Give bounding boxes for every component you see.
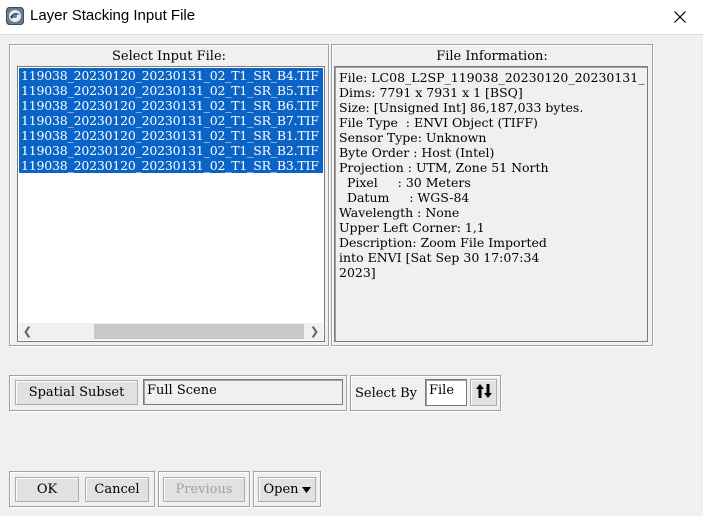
scrollbar-thumb[interactable] xyxy=(94,324,304,339)
file-info-line: Wavelength : None xyxy=(339,205,460,220)
file-info-line: File Type : ENVI Object (TIFF) xyxy=(339,115,538,130)
ok-button[interactable]: OK xyxy=(15,477,79,502)
file-info-line: 2023] xyxy=(339,265,376,280)
select-input-file-label: Select Input File: xyxy=(111,49,227,64)
close-icon xyxy=(674,8,686,27)
file-list-item[interactable]: 119038_20230120_20230131_02_T1_SR_B6.TIF xyxy=(19,98,323,113)
file-list-item[interactable]: 119038_20230120_20230131_02_T1_SR_B4.TIF xyxy=(19,68,323,83)
cancel-button[interactable]: Cancel xyxy=(85,477,149,502)
file-info-line: Byte Order : Host (Intel) xyxy=(339,145,495,160)
open-menu-button[interactable]: Open xyxy=(258,477,316,502)
file-list-item[interactable]: 119038_20230120_20230131_02_T1_SR_B3.TIF xyxy=(19,158,323,173)
file-list-item[interactable]: 119038_20230120_20230131_02_T1_SR_B5.TIF xyxy=(19,83,323,98)
file-information-text: File: LC08_L2SP_119038_20230120_20230131… xyxy=(334,66,648,342)
file-info-line: Dims: 7791 x 7931 x 1 [BSQ] xyxy=(339,85,523,100)
spatial-subset-field: Full Scene xyxy=(143,379,343,405)
spatial-subset-button[interactable]: Spatial Subset xyxy=(15,380,138,405)
close-button[interactable] xyxy=(657,0,703,34)
sort-arrows-icon xyxy=(475,383,493,403)
file-info-line: Datum : WGS-84 xyxy=(339,190,470,205)
file-info-line: Upper Left Corner: 1,1 xyxy=(339,220,485,235)
previous-button[interactable]: Previous xyxy=(163,477,245,502)
select-by-field[interactable]: File xyxy=(425,379,467,406)
file-list-items: 119038_20230120_20230131_02_T1_SR_B4.TIF… xyxy=(19,68,323,173)
file-info-line: File: LC08_L2SP_119038_20230120_20230131… xyxy=(339,70,645,85)
sort-toggle-button[interactable] xyxy=(470,379,497,406)
file-list-item[interactable]: 119038_20230120_20230131_02_T1_SR_B7.TIF xyxy=(19,113,323,128)
file-info-line: Size: [Unsigned Int] 86,187,033 bytes. xyxy=(339,100,584,115)
input-file-list[interactable]: 119038_20230120_20230131_02_T1_SR_B4.TIF… xyxy=(17,66,325,342)
file-info-line: Projection : UTM, Zone 51 North xyxy=(339,160,549,175)
file-information-label: File Information: xyxy=(436,49,548,64)
envi-app-icon xyxy=(6,7,24,25)
horizontal-scrollbar[interactable]: ❮ ❯ xyxy=(19,323,323,340)
file-info-line: Sensor Type: Unknown xyxy=(339,130,487,145)
open-button-label: Open xyxy=(263,482,299,497)
file-list-item[interactable]: 119038_20230120_20230131_02_T1_SR_B2.TIF xyxy=(19,143,323,158)
title-bar: Layer Stacking Input File xyxy=(0,0,703,34)
window-title: Layer Stacking Input File xyxy=(30,7,196,24)
dropdown-arrow-icon xyxy=(301,482,311,497)
select-by-label: Select By xyxy=(355,386,417,401)
scroll-left-icon[interactable]: ❮ xyxy=(19,323,36,340)
file-info-line: Description: Zoom File Imported xyxy=(339,235,547,250)
scroll-right-icon[interactable]: ❯ xyxy=(306,323,323,340)
file-list-item[interactable]: 119038_20230120_20230131_02_T1_SR_B1.TIF xyxy=(19,128,323,143)
file-info-line: Pixel : 30 Meters xyxy=(339,175,471,190)
file-info-line: into ENVI [Sat Sep 30 17:07:34 xyxy=(339,250,540,265)
